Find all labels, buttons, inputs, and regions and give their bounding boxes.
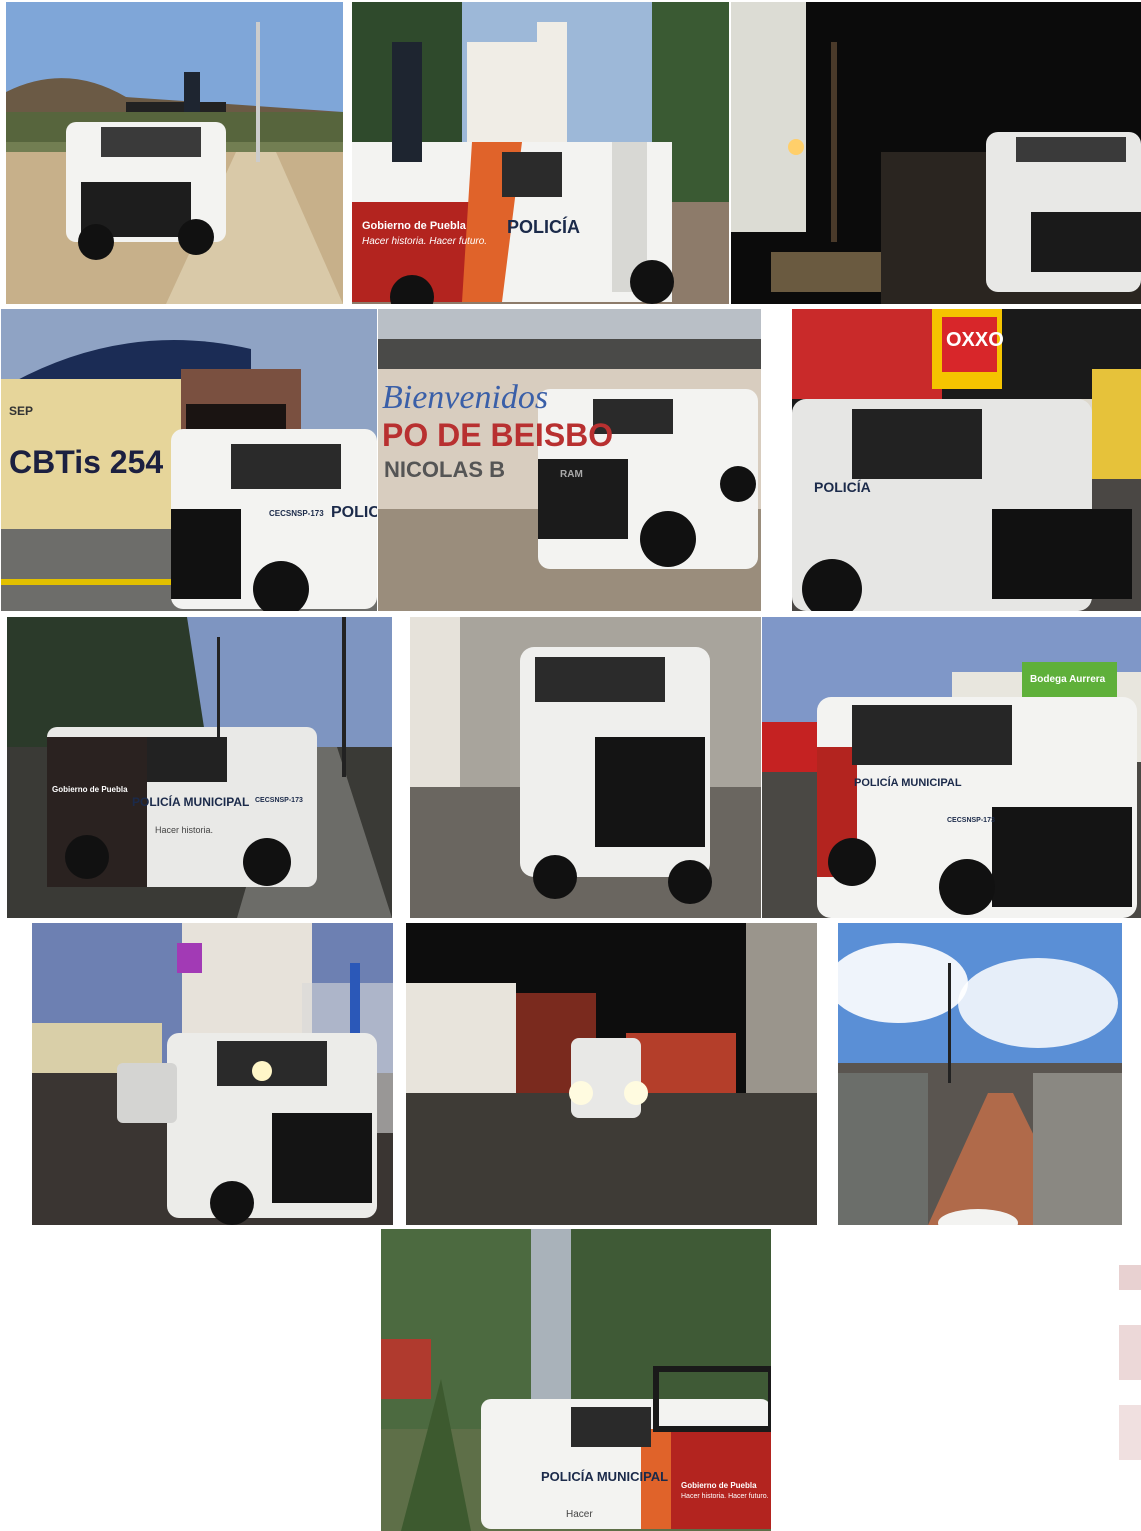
photo-patrol-trees: POLICÍA MUNICIPAL Hacer Gobierno de Pueb… bbox=[381, 1229, 771, 1531]
photo-patrol-brick-path bbox=[838, 923, 1122, 1225]
photo-patrol-school: SEP CBTis 254 CECSNSP-173 POLICÍA bbox=[1, 309, 377, 611]
photo-patrol-block-wall bbox=[410, 617, 761, 918]
photo-patrol-bodega-aurrera: Bodega Aurrera POLICÍA MUNICIPAL CECSNSP… bbox=[762, 617, 1141, 918]
photo-patrol-oxxo: OXXO POLICÍA bbox=[792, 309, 1141, 611]
page-edge-mark bbox=[1119, 1325, 1141, 1380]
page-edge-mark bbox=[1119, 1265, 1141, 1290]
photo-patrol-dirt-road bbox=[6, 2, 343, 304]
photo-patrol-baseball-wall: Bienvenidos PO DE BEISBO NICOLAS B RAM bbox=[378, 309, 761, 611]
photo-patrol-church: Gobierno de Puebla Hacer historia. Hacer… bbox=[352, 2, 729, 304]
photo-patrol-roadside-dusk: Gobierno de Puebla POLICÍA MUNICIPAL Hac… bbox=[7, 617, 392, 918]
page-edge-mark bbox=[1119, 1405, 1141, 1460]
photo-patrol-night-street bbox=[406, 923, 817, 1225]
photo-patrol-church-dusk bbox=[32, 923, 393, 1225]
photo-patrol-night-store bbox=[731, 2, 1141, 304]
